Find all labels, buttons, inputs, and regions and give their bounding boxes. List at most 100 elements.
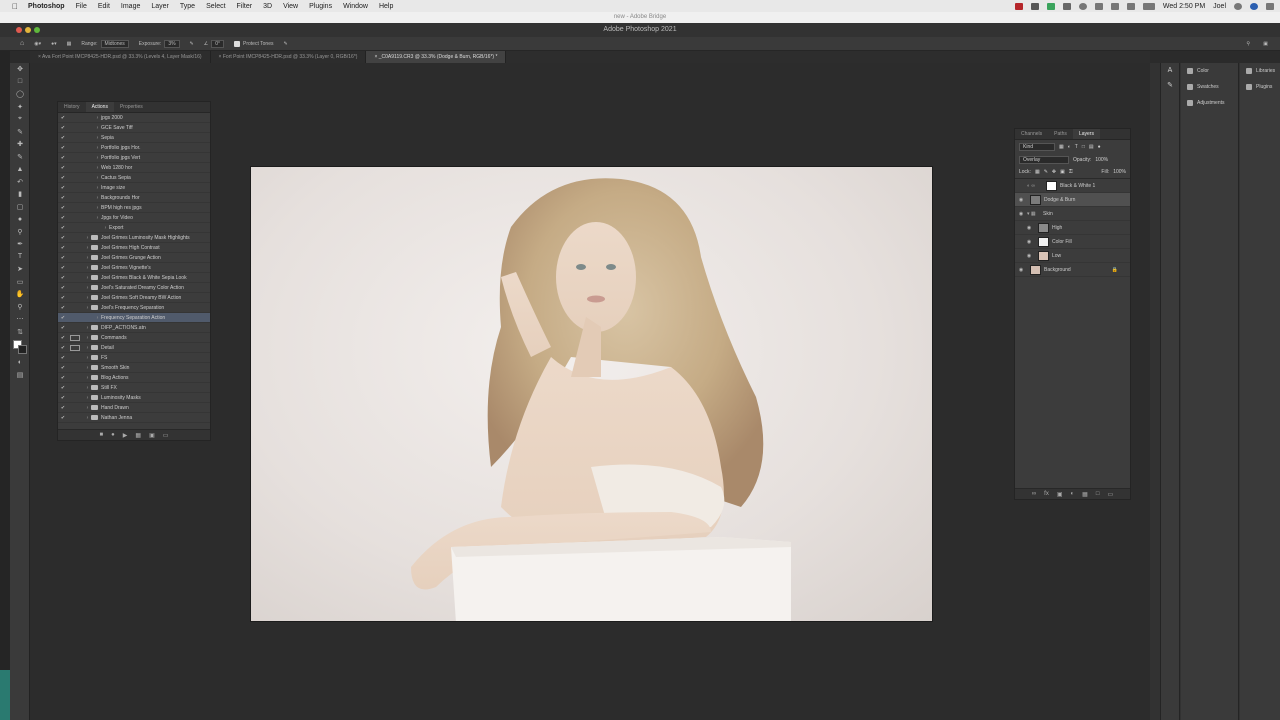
menu-help[interactable]: Help [379, 3, 393, 10]
new-layer-icon[interactable]: □ [1096, 491, 1100, 497]
menu-view[interactable]: View [283, 3, 298, 10]
expand-arrow-icon[interactable]: › [94, 215, 101, 221]
dialog-toggle[interactable] [70, 235, 80, 241]
action-row[interactable]: ✔ › GCE Save Tiff [58, 123, 210, 133]
dock-color[interactable]: Color [1181, 63, 1238, 79]
action-row[interactable]: ✔ › Blog Actions [58, 373, 210, 383]
layer-name[interactable]: Low [1052, 253, 1061, 259]
tab-properties[interactable]: Properties [114, 102, 149, 112]
action-row[interactable]: ✔ › Frequency Separation Action [58, 313, 210, 323]
checkmark-icon[interactable]: ✔ [58, 365, 68, 371]
expand-arrow-icon[interactable]: › [94, 185, 101, 191]
menu-select[interactable]: Select [206, 3, 225, 10]
range-select[interactable]: Midtones [100, 39, 129, 48]
close-window-icon[interactable] [16, 27, 22, 33]
menu-edit[interactable]: Edit [98, 3, 110, 10]
action-row[interactable]: ✔ › Joel's Frequency Separation [58, 303, 210, 313]
dialog-toggle[interactable] [70, 395, 80, 401]
layer-thumbnail[interactable] [1038, 236, 1049, 247]
action-row[interactable]: ✔ › Joel Grimes Grunge Action [58, 253, 210, 263]
expand-arrow-icon[interactable]: › [84, 375, 91, 381]
action-row[interactable]: ✔ › Jpgs for Video [58, 213, 210, 223]
checkmark-icon[interactable]: ✔ [58, 185, 68, 191]
airbrush-icon[interactable]: ✎ [190, 41, 194, 47]
checkmark-icon[interactable]: ✔ [58, 345, 68, 351]
expand-arrow-icon[interactable]: › [84, 385, 91, 391]
action-row[interactable]: ✔ › Portfolio jpgs Vert [58, 153, 210, 163]
action-label[interactable]: Smooth Skin [101, 365, 129, 371]
action-label[interactable]: Hand Drawn [101, 405, 129, 411]
action-row[interactable]: ✔ › Nathan Jenna [58, 413, 210, 423]
lock-artboard-icon[interactable]: ▣ [1060, 169, 1065, 175]
expand-arrow-icon[interactable]: › [94, 155, 101, 161]
dialog-toggle[interactable] [70, 165, 80, 171]
doc-tab[interactable]: × Fort Point IMCP8425-HDR.psd @ 33.3% (L… [211, 51, 367, 63]
expand-arrow-icon[interactable]: › [84, 265, 91, 271]
action-row[interactable]: ✔ › Commands [58, 333, 210, 343]
stop-icon[interactable]: ■ [100, 432, 104, 438]
expand-arrow-icon[interactable]: › [94, 165, 101, 171]
dialog-toggle[interactable] [70, 245, 80, 251]
checkmark-icon[interactable]: ✔ [58, 215, 68, 221]
action-row[interactable]: ✔ › Joel Grimes Vignette's [58, 263, 210, 273]
checkmark-icon[interactable]: ✔ [58, 145, 68, 151]
checkmark-icon[interactable]: ✔ [58, 245, 68, 251]
healing-tool-icon[interactable]: ✚ [10, 138, 30, 151]
user-name[interactable]: Joel [1213, 3, 1226, 10]
checkmark-icon[interactable]: ✔ [58, 265, 68, 271]
record-icon[interactable]: ● [111, 432, 115, 438]
mask-icon[interactable]: ▣ [1057, 491, 1063, 498]
action-label[interactable]: Portfolio jpgs Hor. [101, 145, 140, 151]
crop-tool-icon[interactable]: ⌖ [10, 113, 30, 126]
dialog-toggle[interactable] [70, 145, 80, 151]
action-row[interactable]: ✔ › BPM high res jpgs [58, 203, 210, 213]
action-label[interactable]: Nathan Jenna [101, 415, 132, 421]
dialog-toggle[interactable] [70, 265, 80, 271]
action-row[interactable]: ✔ › Luminosity Masks [58, 393, 210, 403]
checkmark-icon[interactable]: ✔ [58, 325, 68, 331]
action-row[interactable]: ✔ › Joel Grimes Soft Dreamy BW Action [58, 293, 210, 303]
action-label[interactable]: Portfolio jpgs Vert [101, 155, 140, 161]
menu-file[interactable]: File [76, 3, 87, 10]
filter-shape-icon[interactable]: □ [1082, 144, 1085, 150]
dock-swatches[interactable]: Swatches [1181, 79, 1238, 95]
zoom-window-icon[interactable] [34, 27, 40, 33]
hand-tool-icon[interactable]: ✋ [10, 288, 30, 301]
expand-arrow-icon[interactable]: › [84, 365, 91, 371]
dialog-toggle[interactable] [70, 115, 80, 121]
screen-mode-icon[interactable]: ▤ [10, 369, 30, 382]
group-icon[interactable]: ▦ [1082, 491, 1088, 498]
action-row[interactable]: ✔ › Smooth Skin [58, 363, 210, 373]
expand-arrow-icon[interactable]: › [84, 325, 91, 331]
action-label[interactable]: Frequency Separation Action [101, 315, 165, 321]
dialog-toggle[interactable] [70, 225, 80, 231]
checkmark-icon[interactable]: ✔ [58, 285, 68, 291]
eyedropper-tool-icon[interactable]: ✎ [10, 126, 30, 139]
clone-stamp-tool-icon[interactable]: ▲ [10, 163, 30, 176]
menu-image[interactable]: Image [121, 3, 140, 10]
dialog-toggle[interactable] [70, 355, 80, 361]
action-row[interactable]: ✔ › DIFP_ACTIONS.atn [58, 323, 210, 333]
action-row[interactable]: ✔ › Joel Grimes High Contrast [58, 243, 210, 253]
layer-name[interactable]: Black & White 1 [1060, 183, 1095, 189]
menu-type[interactable]: Type [180, 3, 195, 10]
play-icon[interactable]: ▶ [123, 432, 128, 439]
eye-icon[interactable]: ◉ [1023, 225, 1035, 231]
checkmark-icon[interactable]: ✔ [58, 115, 68, 121]
action-label[interactable]: Joel Grimes Black & White Sepia Look [101, 275, 187, 281]
checkmark-icon[interactable]: ✔ [58, 295, 68, 301]
expand-arrow-icon[interactable]: › [84, 255, 91, 261]
angle-input[interactable]: 0° [211, 39, 225, 48]
checkmark-icon[interactable]: ✔ [58, 235, 68, 241]
lock-icon[interactable]: 🔒 [1112, 267, 1118, 273]
layer-name[interactable]: Background [1044, 267, 1071, 273]
apple-icon[interactable]:  [10, 2, 20, 11]
pen-tool-icon[interactable]: ✒ [10, 238, 30, 251]
dialog-toggle[interactable] [70, 215, 80, 221]
tab-history[interactable]: History [58, 102, 86, 112]
checkmark-icon[interactable]: ✔ [58, 135, 68, 141]
action-row[interactable]: ✔ › FS [58, 353, 210, 363]
layer-name[interactable]: Skin [1043, 211, 1053, 217]
menu-3d[interactable]: 3D [263, 3, 272, 10]
action-row[interactable]: ✔ › Sepia [58, 133, 210, 143]
